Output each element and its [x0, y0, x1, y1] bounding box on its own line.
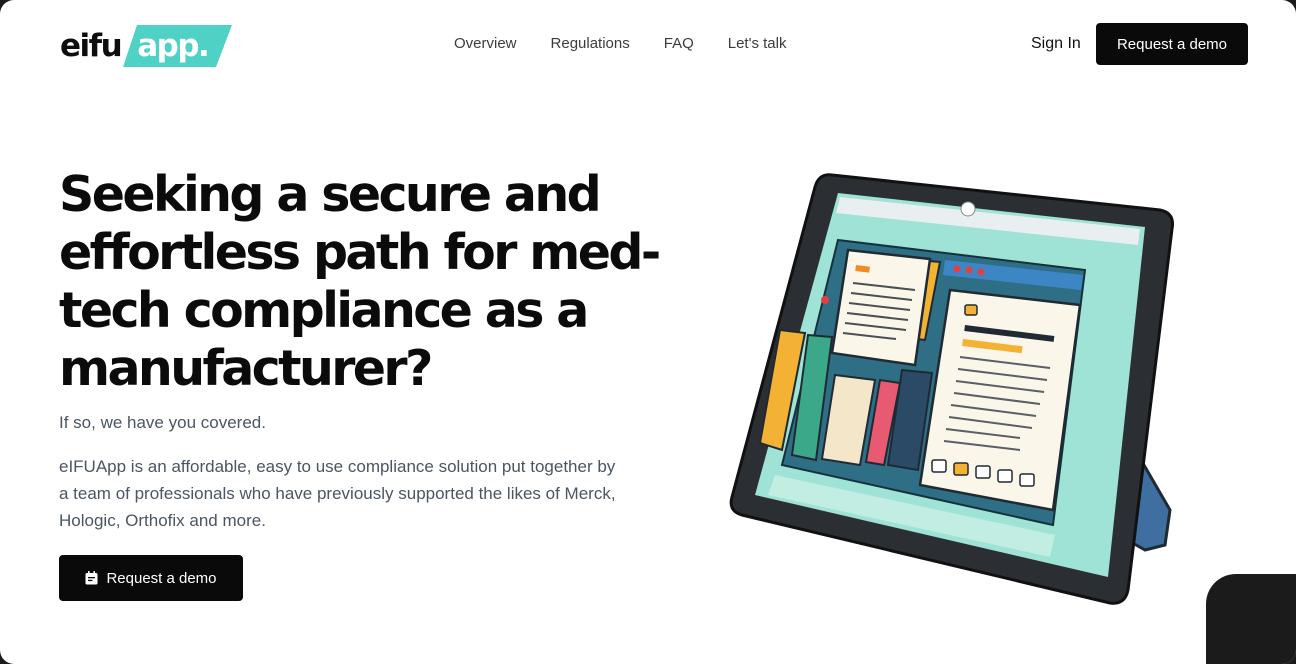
nav-regulations[interactable]: Regulations	[551, 34, 630, 54]
logo-wordmark: eifu	[60, 27, 123, 64]
site-header: eifu app. Overview Regulations FAQ Let's…	[0, 0, 1296, 90]
hero-description: eIFUApp is an affordable, easy to use co…	[59, 457, 616, 530]
main-nav: Overview Regulations FAQ Let's talk	[454, 34, 786, 54]
sign-in-link[interactable]: Sign In	[1031, 34, 1081, 54]
request-demo-button-header[interactable]: Request a demo	[1096, 23, 1248, 65]
request-demo-button-hero[interactable]: Request a demo	[59, 555, 243, 601]
nav-faq[interactable]: FAQ	[664, 34, 694, 54]
calendar-icon	[85, 571, 98, 585]
logo-badge-text: app.	[137, 27, 210, 64]
tablet-documents-illustration	[729, 173, 1174, 605]
nav-lets-talk[interactable]: Let's talk	[728, 34, 787, 54]
logo-badge: app.	[123, 24, 233, 68]
hero-title: Seeking a secure and effortless path for…	[59, 166, 661, 397]
logo[interactable]: eifu app.	[60, 22, 233, 70]
hero-cta-label: Request a demo	[106, 569, 217, 587]
nav-overview[interactable]: Overview	[454, 34, 517, 54]
corner-decoration	[1206, 574, 1296, 664]
landing-page: eifu app. Overview Regulations FAQ Let's…	[0, 0, 1296, 664]
hero-subtitle: If so, we have you covered.	[59, 413, 266, 432]
